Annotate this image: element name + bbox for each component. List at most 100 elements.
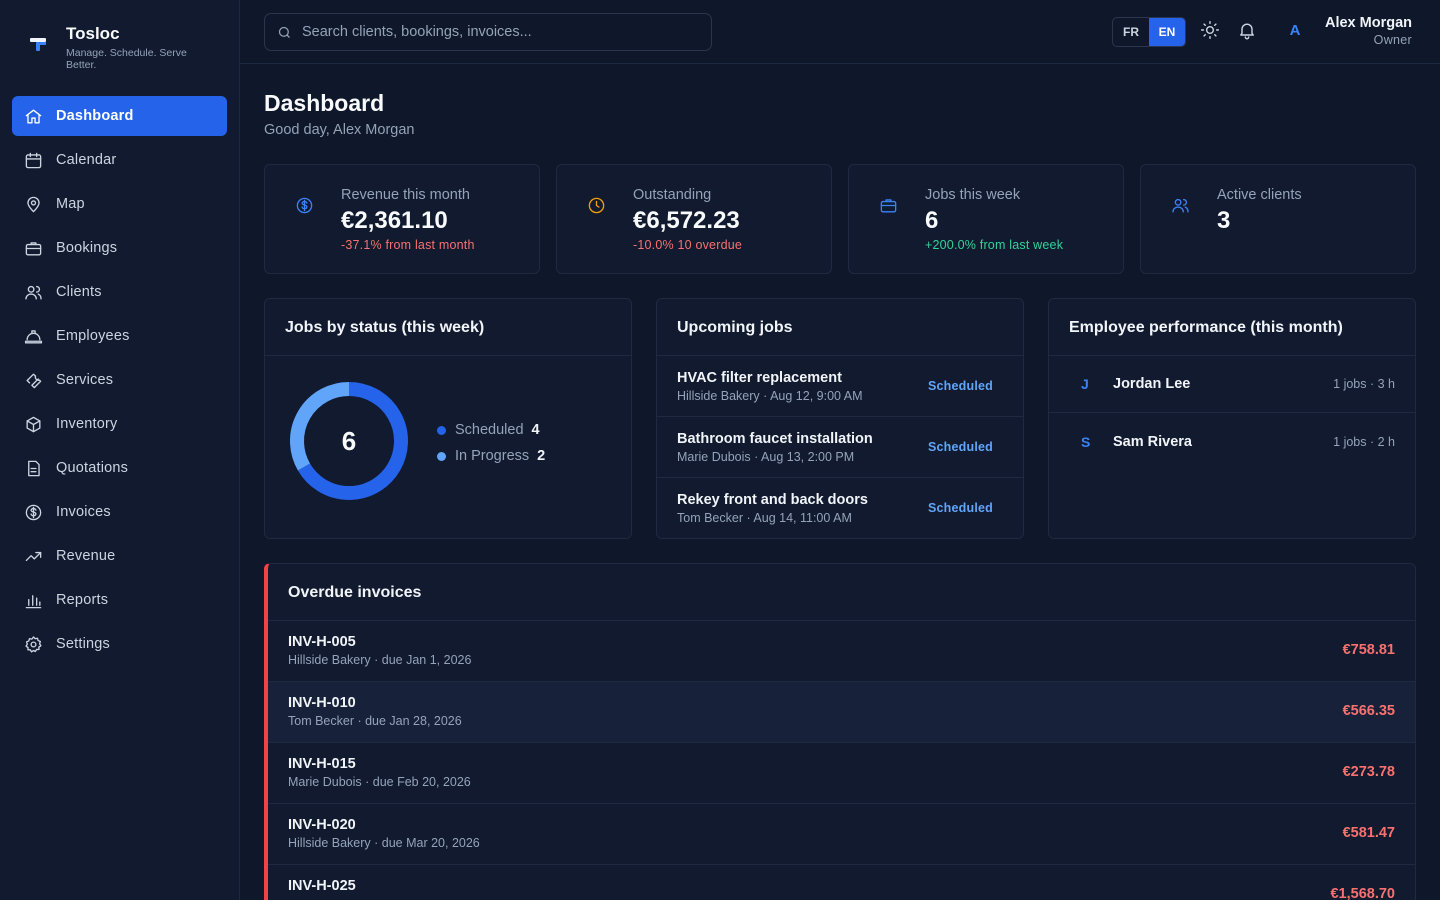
invoice-amount: €1,568.70 bbox=[1330, 886, 1395, 900]
brand-name: Tosloc bbox=[66, 24, 120, 43]
jobs-status-panel: Jobs by status (this week) 6 Scheduled 4… bbox=[264, 298, 632, 539]
employee-name: Jordan Lee bbox=[1113, 376, 1191, 392]
sidebar-item-calendar[interactable]: Calendar bbox=[12, 140, 227, 180]
stat-card-outstanding: Outstanding €6,572.23 -10.0% 10 overdue bbox=[556, 164, 832, 274]
sidebar-item-label: Settings bbox=[56, 636, 110, 652]
sidebar-item-inventory[interactable]: Inventory bbox=[12, 404, 227, 444]
sidebar-item-label: Map bbox=[56, 196, 85, 212]
sidebar-item-quotations[interactable]: Quotations bbox=[12, 448, 227, 488]
legend-item-in-progress: In Progress 2 bbox=[437, 443, 545, 469]
sidebar-item-clients[interactable]: Clients bbox=[12, 272, 227, 312]
status-donut-chart: 6 bbox=[287, 379, 411, 503]
user-role: Owner bbox=[1373, 33, 1412, 47]
employee-stats: 1 jobs · 3 h bbox=[1333, 377, 1395, 391]
status-badge: Scheduled bbox=[927, 440, 993, 454]
sidebar-item-map[interactable]: Map bbox=[12, 184, 227, 224]
employee-stats: 1 jobs · 2 h bbox=[1333, 434, 1395, 449]
avatar[interactable]: A bbox=[1284, 22, 1306, 42]
legend-label: Scheduled bbox=[455, 422, 524, 438]
table-row[interactable]: INV-H-005 Hillside Bakery · due Jan 1, 2… bbox=[268, 621, 1415, 682]
search-icon bbox=[278, 26, 290, 38]
dollar-circle-icon bbox=[25, 504, 42, 520]
panel-title: Employee performance (this month) bbox=[1049, 299, 1415, 356]
avatar: J bbox=[1081, 376, 1089, 392]
stat-label: Jobs this week bbox=[925, 187, 1021, 203]
hard-hat-icon bbox=[24, 329, 43, 344]
dollar-circle-icon bbox=[295, 196, 315, 216]
notifications-button[interactable] bbox=[1237, 20, 1259, 42]
sidebar-item-label: Services bbox=[56, 372, 114, 388]
home-icon bbox=[25, 108, 42, 124]
employee-name: Sam Rivera bbox=[1113, 433, 1192, 450]
overdue-invoices-panel: Overdue invoices INV-H-005 Hillside Bake… bbox=[264, 563, 1416, 900]
lang-en-button[interactable]: EN bbox=[1149, 18, 1185, 46]
invoice-amount: €566.35 bbox=[1342, 703, 1395, 719]
lang-fr-button[interactable]: FR bbox=[1113, 18, 1149, 46]
trending-up-icon bbox=[25, 551, 42, 561]
wrench-icon bbox=[26, 372, 42, 388]
sidebar-item-label: Reports bbox=[56, 592, 109, 608]
sidebar-item-reports[interactable]: Reports bbox=[12, 580, 227, 620]
gear-icon bbox=[25, 635, 42, 653]
stat-delta: -37.1% from last month bbox=[341, 238, 475, 252]
invoice-meta: Hillside Bakery · due Jan 1, 2026 bbox=[288, 653, 472, 667]
brand[interactable]: Tosloc Manage. Schedule. Serve Better. bbox=[26, 24, 201, 71]
theme-toggle-button[interactable] bbox=[1200, 20, 1222, 42]
list-item[interactable]: Rekey front and back doors Tom Becker · … bbox=[657, 478, 1023, 538]
legend-label: In Progress bbox=[455, 448, 530, 464]
sidebar-item-invoices[interactable]: Invoices bbox=[12, 492, 227, 532]
sidebar-item-settings[interactable]: Settings bbox=[12, 624, 227, 664]
sidebar: Tosloc Manage. Schedule. Serve Better. D… bbox=[0, 0, 240, 900]
status-badge: Scheduled bbox=[927, 501, 993, 515]
table-row[interactable]: INV-H-020 Hillside Bakery · due Mar 20, … bbox=[268, 804, 1415, 865]
brand-logo-icon bbox=[26, 32, 52, 58]
invoice-id: INV-H-025 bbox=[288, 878, 356, 894]
stat-label: Revenue this month bbox=[341, 187, 470, 203]
invoice-id: INV-H-005 bbox=[288, 634, 356, 650]
map-pin-icon bbox=[27, 196, 40, 212]
invoice-amount: €273.78 bbox=[1342, 764, 1395, 780]
table-row[interactable]: INV-H-010 Tom Becker · due Jan 28, 2026 … bbox=[268, 682, 1415, 743]
user-menu[interactable]: Alex Morgan Owner bbox=[1325, 15, 1412, 48]
legend-swatch bbox=[437, 451, 446, 461]
invoice-id: INV-H-010 bbox=[288, 695, 356, 711]
sidebar-item-label: Quotations bbox=[56, 460, 129, 476]
sidebar-item-label: Dashboard bbox=[56, 108, 134, 124]
list-item[interactable]: HVAC filter replacement Hillside Bakery … bbox=[657, 356, 1023, 417]
panel-title: Upcoming jobs bbox=[657, 299, 1023, 356]
stat-delta: -10.0% 10 overdue bbox=[633, 238, 743, 252]
sidebar-item-label: Clients bbox=[56, 284, 102, 300]
sidebar-item-label: Bookings bbox=[56, 240, 118, 256]
panel-title: Jobs by status (this week) bbox=[265, 299, 631, 356]
legend-value: 4 bbox=[531, 422, 540, 438]
sidebar-item-dashboard[interactable]: Dashboard bbox=[12, 96, 227, 136]
invoice-amount: €758.81 bbox=[1342, 642, 1395, 658]
bell-icon bbox=[1240, 23, 1254, 40]
list-item[interactable]: S Sam Rivera 1 jobs · 2 h bbox=[1049, 413, 1415, 470]
sidebar-item-revenue[interactable]: Revenue bbox=[12, 536, 227, 576]
employee-performance-panel: Employee performance (this month) J Jord… bbox=[1048, 298, 1416, 539]
sidebar-item-label: Inventory bbox=[56, 416, 118, 432]
avatar: S bbox=[1081, 433, 1091, 450]
stat-value: €6,572.23 bbox=[633, 207, 740, 234]
list-item[interactable]: Bathroom faucet installation Marie Duboi… bbox=[657, 417, 1023, 478]
sidebar-item-services[interactable]: Services bbox=[12, 360, 227, 400]
legend-swatch bbox=[437, 425, 446, 435]
stat-label: Active clients bbox=[1217, 187, 1302, 203]
table-row[interactable]: INV-H-015 Marie Dubois · due Feb 20, 202… bbox=[268, 743, 1415, 804]
table-row[interactable]: INV-H-025 €1,568.70 bbox=[268, 865, 1415, 900]
legend-value: 2 bbox=[537, 448, 546, 464]
calendar-icon bbox=[25, 152, 42, 168]
user-name: Alex Morgan bbox=[1324, 15, 1412, 31]
list-item[interactable]: J Jordan Lee 1 jobs · 3 h bbox=[1049, 356, 1415, 413]
document-icon bbox=[28, 460, 40, 476]
sun-icon bbox=[1200, 20, 1220, 40]
sidebar-item-employees[interactable]: Employees bbox=[12, 316, 227, 356]
invoice-meta: Marie Dubois · due Feb 20, 2026 bbox=[288, 775, 471, 789]
language-switcher: FR EN bbox=[1112, 17, 1186, 47]
search-box[interactable] bbox=[264, 13, 712, 51]
donut-center-value: 6 bbox=[341, 425, 357, 456]
stat-card-jobs: Jobs this week 6 +200.0% from last week bbox=[848, 164, 1124, 274]
search-input[interactable] bbox=[302, 24, 682, 40]
sidebar-item-bookings[interactable]: Bookings bbox=[12, 228, 227, 268]
